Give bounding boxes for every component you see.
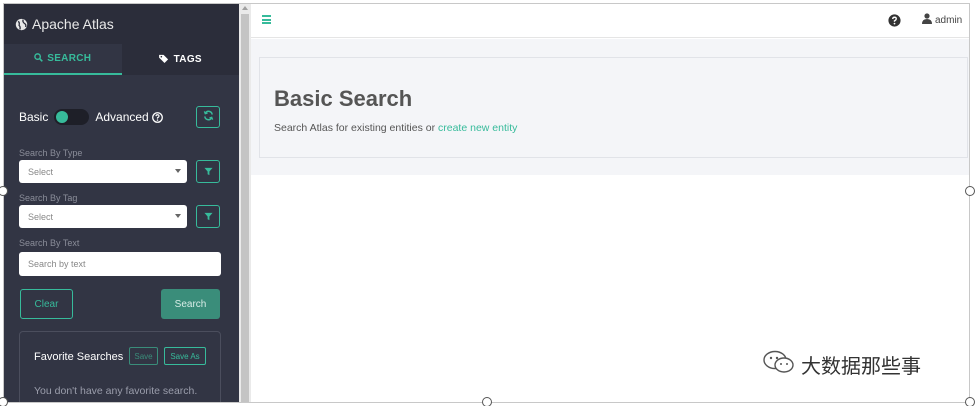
page-title: Basic Search — [274, 86, 413, 111]
type-filter-button[interactable] — [196, 160, 220, 183]
app-window: Apache Atlas SEARCH TAGS Basic Advanced — [3, 3, 970, 403]
sidebar-scrollbar[interactable] — [239, 4, 251, 402]
menu-icon[interactable] — [262, 15, 271, 24]
resize-handle-right[interactable] — [965, 186, 975, 196]
brand[interactable]: Apache Atlas — [4, 4, 239, 44]
advanced-label: Advanced — [95, 110, 149, 124]
wechat-icon — [762, 350, 801, 379]
tag-filter-button[interactable] — [196, 205, 220, 228]
subtitle-text: Search Atlas for existing entities or — [274, 122, 438, 134]
tags-icon — [158, 54, 174, 66]
scroll-up-arrow-icon[interactable] — [242, 6, 248, 10]
chevron-down-icon — [175, 214, 181, 218]
search-icon — [34, 52, 47, 65]
help-icon[interactable] — [888, 14, 901, 27]
tag-select-value: Select — [28, 211, 54, 222]
brand-title: Apache Atlas — [32, 16, 114, 32]
page-subtitle: Search Atlas for existing entities or cr… — [274, 122, 517, 134]
globe-icon — [15, 18, 28, 31]
resize-handle-bottom-right[interactable] — [965, 397, 975, 406]
main-content: admin Basic Search Search Atlas for exis… — [251, 4, 969, 402]
search-hero-panel: Basic Search Search Atlas for existing e… — [259, 57, 968, 158]
search-mode-toggle[interactable] — [54, 109, 90, 125]
text-search-placeholder: Search by text — [28, 259, 86, 269]
filter-icon — [203, 208, 213, 226]
search-by-type-label: Search By Type — [19, 148, 83, 158]
tab-search[interactable]: SEARCH — [4, 44, 122, 75]
tab-tags-label: TAGS — [173, 54, 202, 65]
type-select[interactable]: Select — [19, 160, 187, 183]
watermark: 大数据那些事 — [762, 350, 921, 379]
refresh-icon — [203, 110, 214, 124]
refresh-button[interactable] — [196, 106, 220, 128]
sidebar-tabs: SEARCH TAGS — [4, 44, 239, 75]
favorites-empty-message: You don't have any favorite search. — [34, 385, 198, 397]
sidebar: Apache Atlas SEARCH TAGS Basic Advanced — [4, 4, 239, 402]
chevron-down-icon — [175, 169, 181, 173]
type-select-value: Select — [28, 166, 54, 177]
save-button[interactable]: Save — [129, 347, 158, 365]
watermark-text: 大数据那些事 — [801, 354, 921, 378]
user-menu[interactable]: admin — [922, 13, 962, 27]
question-circle-icon[interactable] — [151, 111, 163, 123]
filter-icon — [203, 163, 213, 181]
search-by-tag-label: Search By Tag — [19, 193, 78, 203]
favorite-searches-panel: Favorite Searches Save Save As You don't… — [19, 331, 221, 402]
user-name: admin — [935, 14, 963, 26]
top-bar: admin — [251, 4, 969, 38]
user-icon — [922, 13, 935, 27]
resize-handle-bottom[interactable] — [482, 397, 492, 406]
search-mode-row: Basic Advanced — [19, 105, 220, 129]
create-entity-link[interactable]: create new entity — [438, 122, 517, 134]
tag-select[interactable]: Select — [19, 205, 187, 228]
basic-label: Basic — [19, 110, 49, 124]
clear-button[interactable]: Clear — [20, 289, 73, 319]
scroll-thumb[interactable] — [241, 14, 249, 402]
tab-search-label: SEARCH — [47, 53, 92, 64]
favorite-searches-title: Favorite Searches — [34, 351, 124, 363]
search-button[interactable]: Search — [161, 289, 220, 319]
search-by-text-label: Search By Text — [19, 238, 80, 248]
toggle-knob — [56, 111, 69, 123]
content-area: Basic Search Search Atlas for existing e… — [251, 39, 969, 175]
text-search-input[interactable]: Search by text — [19, 252, 221, 276]
save-as-button[interactable]: Save As — [164, 347, 206, 365]
resize-handle-bottom-left[interactable] — [0, 397, 8, 406]
tab-tags[interactable]: TAGS — [122, 44, 240, 75]
